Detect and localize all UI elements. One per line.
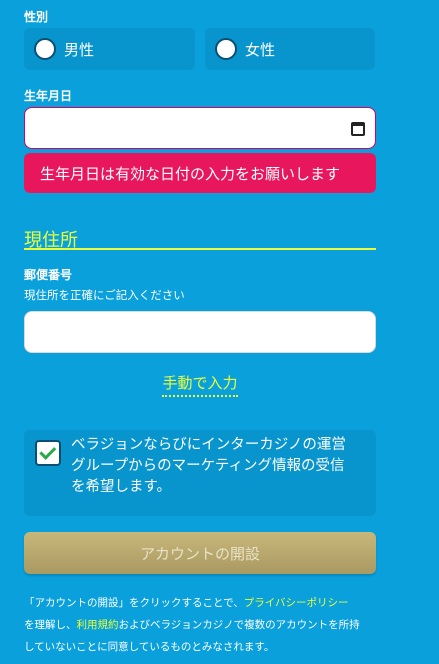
legal-text: を理解し、 <box>24 619 77 631</box>
birthdate-error-text: 生年月日は有効な日付の入力をお願いします <box>40 164 341 183</box>
gender-option-male[interactable]: 男性 <box>24 28 195 70</box>
gender-option-female[interactable]: 女性 <box>205 28 375 70</box>
marketing-consent-text: ベラジョンならびにインターカジノの運営 グループからのマーケティング情報の受信 … <box>71 435 371 498</box>
gender-label: 性別 <box>24 10 49 24</box>
check-icon <box>38 442 56 460</box>
postal-code-input[interactable] <box>24 311 376 353</box>
manual-entry-wrap: 手動で入力 <box>0 372 400 397</box>
birthdate-label: 生年月日 <box>24 89 73 103</box>
radio-icon[interactable] <box>215 38 237 60</box>
radio-icon[interactable] <box>34 38 56 60</box>
marketing-consent-checkbox[interactable] <box>35 440 61 466</box>
birthdate-input[interactable] <box>24 107 376 149</box>
postal-code-label: 郵便番号 <box>24 268 73 282</box>
marketing-consent-panel: ベラジョンならびにインターカジノの運営 グループからのマーケティング情報の受信 … <box>24 430 376 516</box>
birthdate-error: 生年月日は有効な日付の入力をお願いします <box>24 153 376 193</box>
marketing-consent-line: ベラジョンならびにインターカジノの運営 <box>71 437 346 453</box>
gender-option-female-label: 女性 <box>245 40 276 59</box>
legal-text: およびベラジョンカジノで複数のアカウントを所持 <box>118 619 360 631</box>
legal-text: 「アカウントの開設」をクリックすることで、 <box>24 597 244 609</box>
section-divider <box>24 248 376 250</box>
calendar-icon[interactable] <box>351 122 365 136</box>
marketing-consent-line: を希望します。 <box>71 479 172 495</box>
open-account-button-label: アカウントの開設 <box>139 544 260 563</box>
legal-notice: 「アカウントの開設」をクリックすることで、プライバシーポリシー を理解し、利用規… <box>24 592 424 658</box>
legal-line-2: を理解し、利用規約およびベラジョンカジノで複数のアカウントを所持 <box>24 614 424 636</box>
privacy-policy-link[interactable]: プライバシーポリシー <box>244 597 349 609</box>
legal-line-3: していないことに同意しているものとみなされます。 <box>24 641 275 653</box>
legal-line-1: 「アカウントの開設」をクリックすることで、プライバシーポリシー <box>24 592 424 614</box>
terms-link[interactable]: 利用規約 <box>77 619 119 631</box>
postal-code-hint: 現住所を正確にご記入ください <box>24 288 185 302</box>
open-account-button[interactable]: アカウントの開設 <box>24 532 376 574</box>
manual-entry-link[interactable]: 手動で入力 <box>162 374 238 397</box>
gender-option-male-label: 男性 <box>64 40 95 59</box>
marketing-consent-line: グループからのマーケティング情報の受信 <box>71 458 345 474</box>
